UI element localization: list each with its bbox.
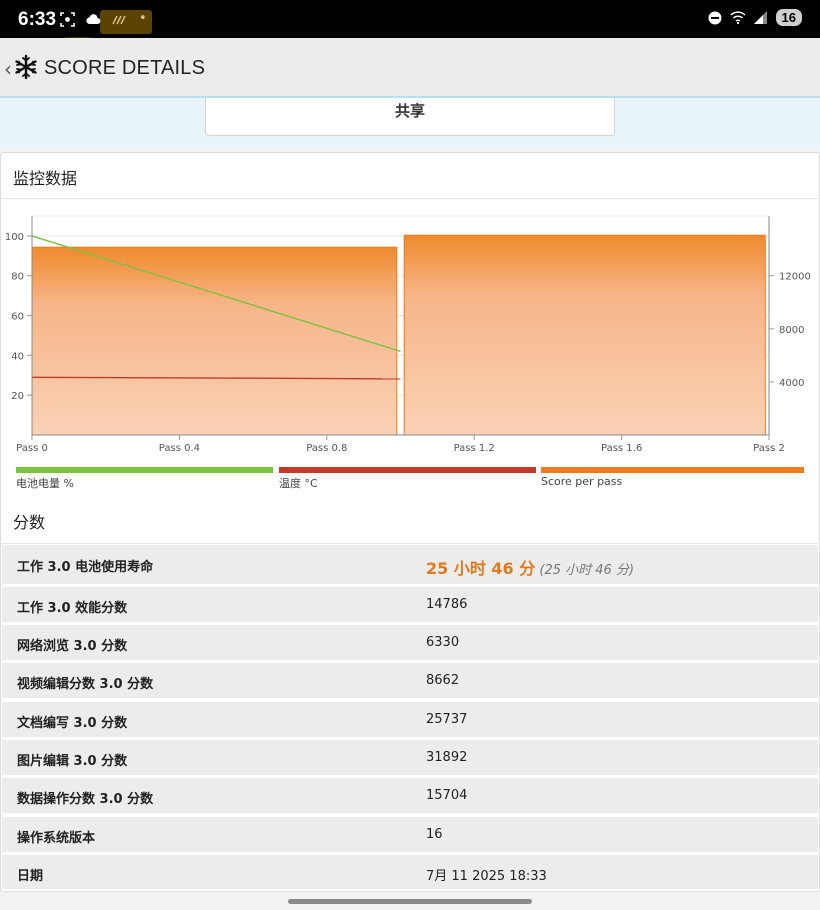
share-strip: 共享	[0, 98, 820, 148]
y-left-tick-label: 60	[11, 312, 24, 323]
wifi-icon	[730, 11, 746, 24]
status-bar: 6:33 • 16	[0, 0, 820, 38]
row-label: 图片编辑 3.0 分数	[17, 754, 128, 769]
table-row: 工作 3.0 效能分数 14786	[2, 587, 818, 624]
x-tick-label: Pass 1.2	[454, 443, 495, 454]
x-tick-label: Pass 0.4	[159, 443, 200, 454]
legend-battery: 电池电量 %	[16, 467, 273, 491]
y-right-tick-label: 12000	[779, 272, 811, 283]
app-header: ‹ SCORE DETAILS	[0, 38, 820, 98]
y-left-tick-label: 20	[11, 391, 24, 402]
snowflake-icon	[15, 54, 37, 80]
row-label: 数据操作分数 3.0 分数	[17, 792, 154, 807]
legend-score: Score per pass	[541, 467, 804, 491]
status-icons-right: 16	[708, 9, 802, 26]
table-row: 工作 3.0 电池使用寿命 25 小时 46 分 (25 小时 46 分)	[2, 545, 818, 586]
battery-life-value: 25 小时 46 分	[426, 559, 536, 578]
battery-level: 16	[775, 9, 802, 26]
table-row: 视频编辑分数 3.0 分数 8662	[2, 663, 818, 700]
screenshot-icon	[60, 11, 75, 27]
dot-icon: •	[139, 11, 147, 26]
score-bar	[403, 234, 766, 436]
x-tick-label: Pass 2	[753, 443, 785, 454]
row-label: 工作 3.0 效能分数	[17, 601, 128, 616]
y-left-tick-label: 40	[11, 351, 24, 362]
table-row: 日期 7月 11 2025 18:33	[2, 855, 818, 891]
score-bar	[31, 246, 398, 436]
row-label: 网络浏览 3.0 分数	[17, 639, 128, 654]
y-right-tick-label: 4000	[779, 378, 804, 389]
battery-life-sub: (25 小时 46 分)	[539, 563, 635, 578]
y-left-tick-label: 100	[5, 232, 24, 243]
page-title: SCORE DETAILS	[44, 57, 206, 79]
row-value: 14786	[426, 597, 468, 612]
y-left-tick-label: 80	[11, 272, 24, 283]
status-time: 6:33	[18, 9, 57, 30]
row-value: 8662	[426, 673, 460, 688]
row-value: 15704	[426, 788, 468, 803]
scores-title: 分数	[13, 513, 46, 532]
y-right-tick-label: 8000	[779, 325, 804, 336]
row-value: 6330	[426, 635, 460, 650]
monitoring-chart: 20 40 60 80 100 4000 8000 12000 Pass 0 Pass 0.4 Pa…	[5, 215, 811, 454]
share-button[interactable]: 共享	[205, 98, 615, 136]
legend-battery-swatch	[16, 467, 273, 473]
legend-temperature-swatch	[279, 467, 536, 473]
signal-icon	[753, 11, 767, 24]
table-row: 图片编辑 3.0 分数 31892	[2, 740, 818, 777]
row-label: 工作 3.0 电池使用寿命	[17, 560, 154, 575]
monitoring-divider	[0, 198, 818, 199]
row-label: 日期	[17, 869, 44, 884]
row-value: 25737	[426, 712, 468, 727]
data-saver-icon	[112, 15, 126, 25]
table-row: 操作系统版本 16	[2, 817, 818, 854]
row-value: 31892	[426, 750, 468, 765]
scores-divider	[0, 543, 818, 544]
back-button[interactable]: ‹	[4, 57, 12, 81]
table-row: 网络浏览 3.0 分数 6330	[2, 625, 818, 662]
row-label: 操作系统版本	[17, 831, 96, 846]
legend-temperature-label: 温度 °C	[279, 477, 318, 490]
x-tick-label: Pass 0	[16, 443, 48, 454]
x-tick-label: Pass 1.6	[601, 443, 642, 454]
row-value: 16	[426, 827, 443, 842]
status-icons-left: •	[60, 10, 147, 28]
do-not-disturb-icon	[708, 11, 722, 24]
row-value: 25 小时 46 分 (25 小时 46 分)	[426, 555, 634, 579]
legend-battery-label: 电池电量 %	[16, 477, 74, 490]
legend-score-label: Score per pass	[541, 475, 623, 488]
home-indicator[interactable]	[288, 899, 532, 904]
row-value: 7月 11 2025 18:33	[426, 869, 547, 884]
legend-temperature: 温度 °C	[279, 467, 536, 491]
cloud-icon	[86, 14, 101, 24]
x-tick-label: Pass 0.8	[306, 443, 347, 454]
legend-score-swatch	[541, 467, 804, 473]
table-row: 数据操作分数 3.0 分数 15704	[2, 778, 818, 815]
monitoring-title: 监控数据	[13, 169, 78, 188]
row-label: 视频编辑分数 3.0 分数	[17, 677, 154, 692]
row-label: 文档编写 3.0 分数	[17, 716, 128, 731]
table-row: 文档编写 3.0 分数 25737	[2, 702, 818, 739]
